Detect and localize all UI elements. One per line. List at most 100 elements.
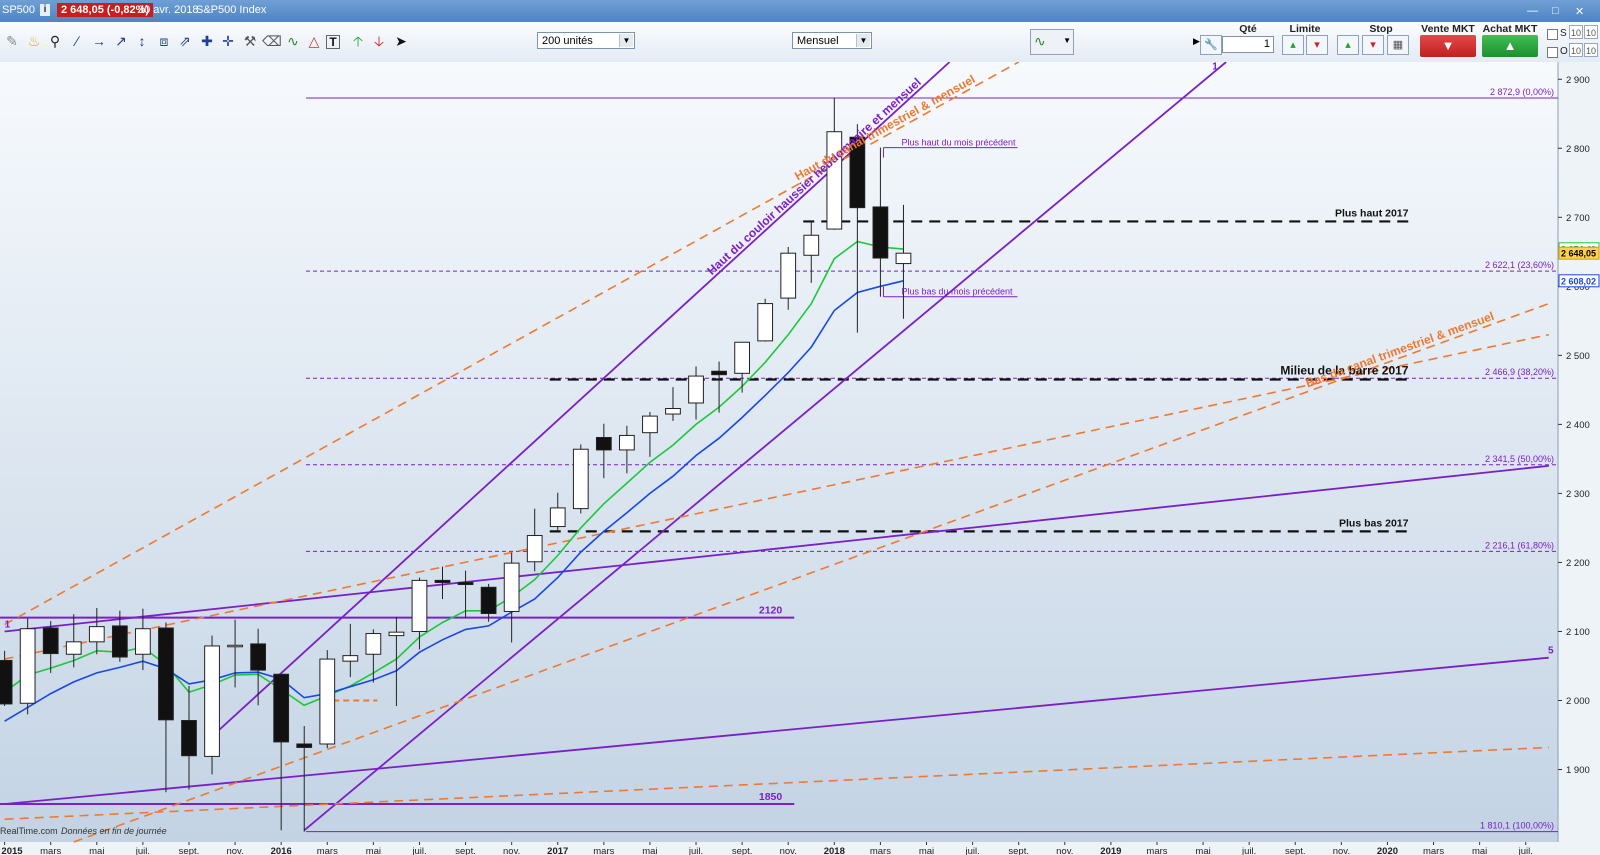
x-tick-label: mars (1146, 846, 1167, 855)
buy-mkt-label: Achat MKT (1482, 23, 1538, 35)
pct-box-3[interactable]: 10 (1569, 43, 1583, 57)
footer-source: RealTime.com (0, 826, 58, 836)
candle-body (803, 234, 820, 256)
y-tick-label: 2 700 (1566, 213, 1590, 224)
y-tick-label: 2 200 (1566, 558, 1590, 569)
y-tick-label: 2 300 (1566, 489, 1590, 500)
close-icon[interactable]: ✕ (1575, 5, 1584, 18)
channel-icon[interactable]: ⇗ (176, 32, 194, 50)
ruler-icon[interactable]: ✎ (3, 32, 21, 50)
period-select[interactable]: Mensuel ▼ (792, 32, 872, 49)
fibonacci-icon[interactable]: ✚ (198, 32, 216, 50)
pattern-icon[interactable]: ∿ (284, 32, 302, 50)
candle-body (227, 644, 243, 648)
candle-body (135, 628, 151, 655)
x-tick-label: nov. (226, 846, 243, 855)
buy-mkt-button[interactable]: ▲ (1482, 35, 1538, 57)
x-tick-label: nov. (1333, 846, 1350, 855)
stop-bracket-button[interactable]: ▦ (1387, 35, 1409, 55)
units-select[interactable]: 200 unités ▼ (537, 32, 635, 49)
x-tick-label: mars (593, 846, 614, 855)
prev-month-label: Plus haut du mois précédent (901, 138, 1016, 148)
fib-level-label: 2 872,9 (0,00%) (1490, 87, 1554, 97)
candle-body (595, 437, 612, 451)
buy-arrow-icon[interactable]: 🡡 (349, 32, 367, 50)
minimize-icon[interactable]: — (1527, 5, 1538, 17)
x-tick-label: sept. (732, 846, 753, 855)
stop-sell-button[interactable]: ▾ (1362, 35, 1384, 55)
index-name: S&P500 Index (196, 4, 267, 16)
candle-body (0, 659, 13, 705)
fan-icon[interactable]: ✛ (219, 32, 237, 50)
candle-body (688, 375, 704, 404)
x-tick-label: mai (919, 846, 934, 855)
trendline-label: 1 (5, 619, 11, 630)
candle (572, 444, 589, 514)
candle-body (181, 720, 197, 757)
checkbox-s[interactable] (1547, 29, 1558, 40)
qty-input[interactable]: 1 (1222, 36, 1274, 53)
x-tick-label: mai (89, 846, 104, 855)
hammer-icon[interactable]: ⚒ (241, 32, 259, 50)
x-tick-label: sept. (1008, 846, 1029, 855)
collapse-arrow-icon[interactable]: ▶ (1193, 36, 1200, 47)
ray-line-icon[interactable]: ↗ (112, 32, 130, 50)
limit-buy-button[interactable]: ▴ (1282, 35, 1304, 55)
chevron-down-icon: ▼ (1063, 36, 1071, 45)
quote-date: 30 avr. 2018 (138, 4, 199, 16)
x-tick-label: mars (1423, 846, 1444, 855)
trendline-icon[interactable]: ∕ (68, 32, 86, 50)
candle-body (319, 658, 336, 745)
sell-mkt-button[interactable]: ▼ (1420, 35, 1476, 57)
toolbar: ✎ ♨ ⚲ ∕ → ↗ ↕ ⧈ ⇗ ✚ ✛ ⚒ ⌫ ∿ △ T 🡡 🡣 ➤ 20… (0, 22, 1600, 63)
price-tag: 2 648,05 (1558, 246, 1600, 260)
x-tick-label: sept. (179, 846, 200, 855)
limit-sell-button[interactable]: ▾ (1306, 35, 1328, 55)
vertical-line-icon[interactable]: ↕ (133, 32, 151, 50)
y-tick-label: 2 000 (1566, 696, 1590, 707)
zoom-icon[interactable]: ⚲ (46, 32, 64, 50)
sell-arrow-icon[interactable]: 🡣 (370, 32, 388, 50)
support-level-label: 1850 (759, 791, 783, 803)
candle-body (872, 206, 889, 259)
candle-body (204, 645, 220, 757)
fib-level-label: 2 341,5 (50,00%) (1485, 454, 1554, 464)
pct-box-1[interactable]: 10 (1569, 25, 1583, 39)
price-chart[interactable]: 2 872,9 (0,00%) 2 622,1 (23,60%) 2 466,9 (… (0, 62, 1600, 855)
y-tick-label: 2 400 (1566, 420, 1590, 431)
price-tag: 2 608,02 (1558, 274, 1600, 288)
candle-body (549, 507, 566, 528)
candle-body (250, 643, 267, 671)
candle-body (734, 341, 750, 374)
pct-box-2[interactable]: 10 (1584, 25, 1598, 39)
stop-buy-button[interactable]: ▴ (1337, 35, 1359, 55)
pitchfork-icon[interactable]: ⧈ (155, 32, 173, 50)
candle-body (457, 581, 474, 586)
candle (19, 618, 36, 715)
wrench-button[interactable]: 🔧 (1200, 35, 1222, 55)
candle (319, 650, 336, 749)
candle-body (619, 434, 635, 451)
fib-level-label: 1 810,1 (100,00%) (1480, 821, 1554, 831)
candle-body (757, 303, 774, 342)
x-tick-label: nov. (503, 846, 520, 855)
info-icon[interactable]: i (40, 4, 50, 16)
candle-body (895, 252, 912, 265)
chart-type-button[interactable]: ∿ ▼ (1030, 29, 1074, 55)
support-level-label: 2120 (759, 605, 783, 617)
alert-bell-icon[interactable]: ♨ (25, 32, 43, 50)
triangle-icon[interactable]: △ (305, 32, 323, 50)
candle-body (480, 586, 497, 615)
x-tick-label: 2017 (547, 846, 568, 855)
horizontal-line-icon[interactable]: → (90, 32, 108, 50)
candle-body (42, 627, 59, 655)
candle-body (273, 673, 290, 743)
qty-label: Qté (1239, 23, 1257, 35)
trash-icon[interactable]: ⌫ (262, 32, 282, 50)
checkbox-o[interactable] (1547, 47, 1558, 58)
text-tool-icon[interactable]: T (326, 35, 340, 49)
x-tick-label: juil. (1241, 846, 1256, 855)
maximize-icon[interactable]: □ (1552, 5, 1559, 17)
exit-arrow-icon[interactable]: ➤ (392, 32, 410, 50)
pct-box-4[interactable]: 10 (1584, 43, 1598, 57)
